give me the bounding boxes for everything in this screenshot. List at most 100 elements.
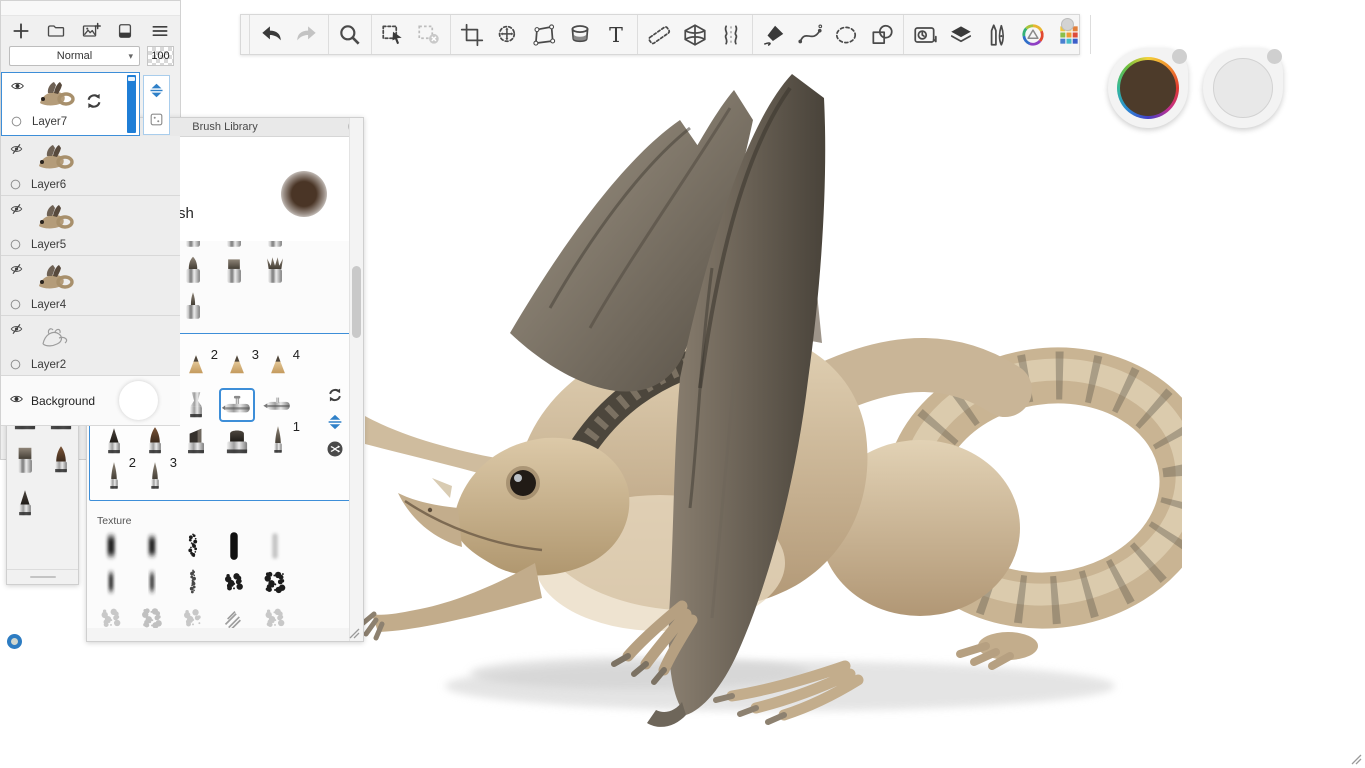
blend-mode-dropdown[interactable]: Normal ▾ [9,46,140,66]
toolbar-shapes-button[interactable] [864,19,900,51]
brush-tex-lines-button[interactable] [216,601,252,628]
toolbar-text-button[interactable]: T [598,19,634,51]
brush-tex-faint2-button[interactable] [134,601,170,628]
brush-paint-fan-button[interactable] [257,253,293,287]
toolbar-ellipse-button[interactable] [828,19,864,51]
brush-paint-square-button[interactable] [216,253,252,287]
toolbar-perspective-button[interactable] [677,19,713,51]
brush-paint-round-button[interactable] [175,241,211,251]
radio-icon[interactable] [9,358,22,371]
brush-puck[interactable] [1203,48,1283,128]
brush-tex-dots-button[interactable] [175,565,211,599]
shuffle-icon[interactable] [326,440,344,458]
brush-paint-fan-button[interactable] [257,241,293,251]
puck-updown-icon[interactable] [148,82,165,99]
toolbar-stroke-button[interactable] [756,19,792,51]
brush-tex-light-button[interactable] [257,529,293,563]
brush-round-brown-button[interactable] [137,424,173,458]
eye-icon[interactable] [8,392,25,406]
brush-stroke-preview [281,171,327,217]
toolbar-select-button[interactable] [375,19,411,51]
layer-name: Layer5 [31,239,66,251]
palette-brush-paint-flat[interactable] [8,443,42,477]
toolbar-timelapse-button[interactable] [907,19,943,51]
eye-off-icon[interactable] [8,262,25,276]
layer-row-background[interactable]: Background [1,376,180,426]
toolbar-ruler-button[interactable] [641,19,677,51]
toolbar-layers-button[interactable] [943,19,979,51]
layer-row-layer5[interactable]: Layer5 [1,196,180,256]
toolbar-distort-button[interactable] [526,19,562,51]
brush-tex-soft2-button[interactable] [134,529,170,563]
brush-airbrush-button[interactable] [219,388,255,422]
brush-tex-noise-button[interactable] [257,565,293,599]
toolbar-fill-button[interactable] [562,19,598,51]
brush-tex-thin2-button[interactable] [134,565,170,599]
radio-icon[interactable] [9,238,22,251]
layer-row-layer4[interactable]: Layer4 [1,256,180,316]
brush-pencil-3-button[interactable]: 3 [219,352,255,386]
palette-drag-handle[interactable] [30,576,56,578]
brush-airbrush2-button[interactable] [260,388,296,422]
eye-icon[interactable] [9,79,26,93]
layers-resize-handle[interactable] [1351,754,1362,765]
eye-off-icon[interactable] [8,142,25,156]
brush-paint-thin-button[interactable] [175,289,211,323]
brush-brushpen-1-button[interactable]: 1 [260,424,296,458]
sync-icon[interactable] [84,91,104,111]
layer-row-layer2[interactable]: Layer2 [1,316,180,376]
lagoon-launcher[interactable] [7,634,22,649]
selected-layer-bar[interactable] [127,75,136,133]
brush-ink-button[interactable] [96,424,132,458]
brush-brushpen-3-button[interactable]: 3 [137,460,173,494]
brush-marker-button[interactable] [219,424,255,458]
palette-brush-round-brown[interactable] [44,443,78,477]
brush-tex-faint3-button[interactable] [175,601,211,628]
scrollbar-track[interactable] [349,118,363,641]
brush-pencil-2-button[interactable]: 2 [178,352,214,386]
toolbar-redo-button[interactable] [289,19,325,51]
brush-tex-solid-button[interactable] [216,529,252,563]
paint-flat-brush-icon [8,443,42,477]
brush-tex-speckle-button[interactable] [175,529,211,563]
brush-tex-splat-button[interactable] [216,565,252,599]
toolbar-collapse-handle[interactable] [1061,18,1074,31]
brush-chisel-button[interactable] [178,424,214,458]
toolbar-lasso-move-button[interactable] [490,19,526,51]
radio-icon[interactable] [10,115,23,128]
color-puck[interactable] [1108,48,1188,128]
background-color-swatch[interactable] [119,381,158,420]
brush-pencil-4-button[interactable]: 4 [260,352,296,386]
panel-resize-handle[interactable] [349,628,360,639]
toolbar-zoom-button[interactable] [332,19,368,51]
toolbar-brushes-button[interactable] [979,19,1015,51]
brush-tex-thin-button[interactable] [93,565,129,599]
eye-off-icon[interactable] [8,322,25,336]
puck-updown-icon[interactable] [326,413,344,431]
palette-brush-ink[interactable] [8,486,42,520]
layer-row-layer6[interactable]: Layer6 [1,136,180,196]
scrollbar-thumb[interactable] [352,266,361,338]
toolbar-deselect-button[interactable] [411,19,447,51]
brush-paint-round-button[interactable] [175,253,211,287]
brush-brushpen-2-button[interactable]: 2 [96,460,132,494]
brush-tex-soft-button[interactable] [93,529,129,563]
brush-puck-tab[interactable] [1267,49,1282,64]
layer-row-layer7[interactable]: Layer7 [1,72,140,136]
toolbar-symmetry-button[interactable] [713,19,749,51]
radio-icon[interactable] [9,178,22,191]
toolbar-crop-button[interactable] [454,19,490,51]
dice-icon[interactable] [148,111,165,128]
toolbar-undo-button[interactable] [253,19,289,51]
radio-icon[interactable] [9,298,22,311]
brush-tex-faint-button[interactable] [93,601,129,628]
color-puck-tab[interactable] [1172,49,1187,64]
toolbar-colors-button[interactable] [1015,19,1051,51]
toolbar-curve-button[interactable] [792,19,828,51]
deselect-icon [416,22,442,48]
eye-off-icon[interactable] [8,202,25,216]
sync-icon[interactable] [326,386,344,404]
brush-funnel-button[interactable] [178,388,214,422]
brush-tex-faint4-button[interactable] [257,601,293,628]
brush-paint-square-button[interactable] [216,241,252,251]
